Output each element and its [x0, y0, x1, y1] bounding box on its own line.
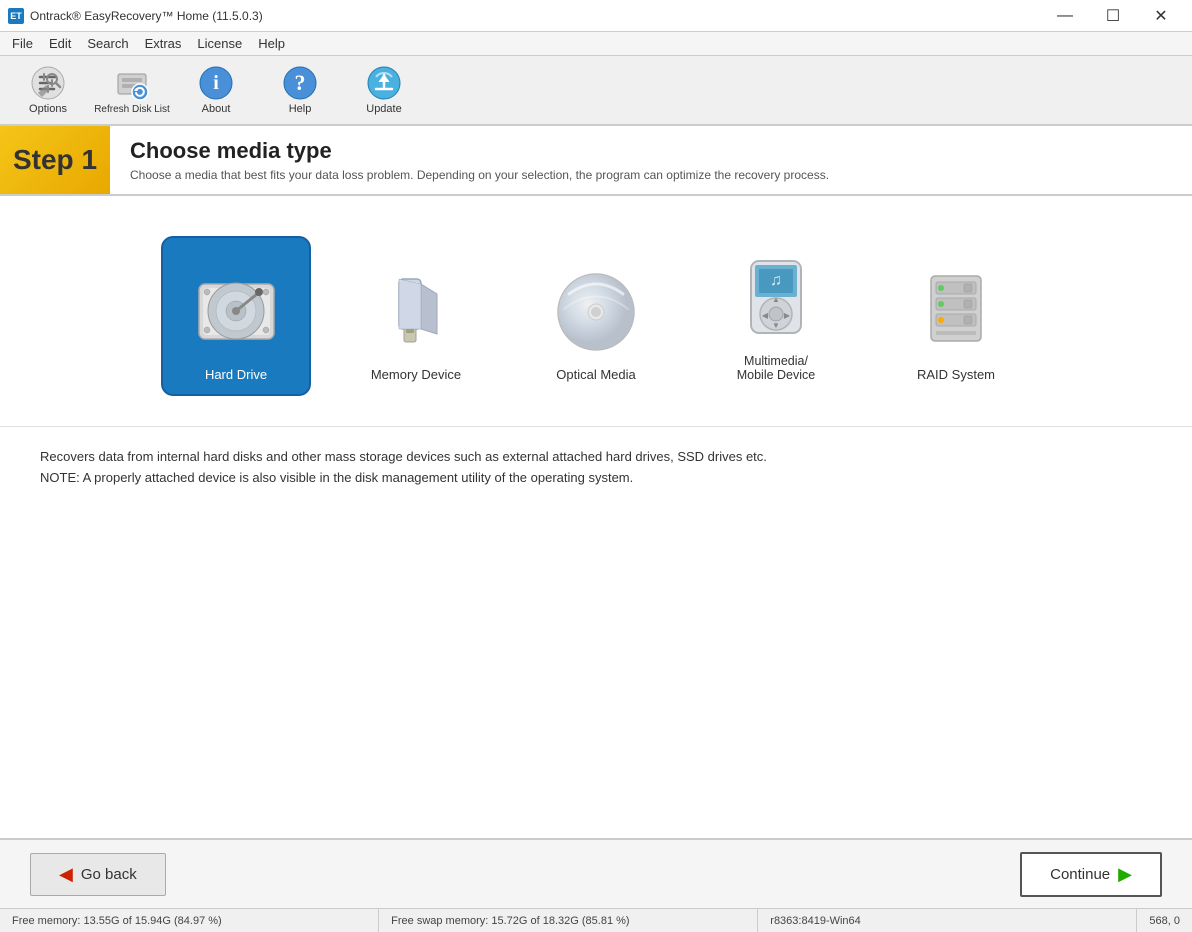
- svg-text:i: i: [213, 72, 219, 94]
- about-label: About: [202, 103, 231, 115]
- hard-drive-icon: [186, 259, 286, 359]
- bottom-bar: ◀ Go back Continue ▶: [0, 838, 1192, 908]
- free-memory-text: Free memory: 13.55G of 15.94G (84.97 %): [12, 915, 222, 927]
- raid-system-icon: [906, 259, 1006, 359]
- optical-media-label: Optical Media: [556, 367, 635, 382]
- media-item-raid-system[interactable]: RAID System: [881, 236, 1031, 396]
- continue-arrow-icon: ▶: [1118, 864, 1132, 885]
- free-swap-status: Free swap memory: 15.72G of 18.32G (85.8…: [379, 909, 758, 932]
- free-swap-text: Free swap memory: 15.72G of 18.32G (85.8…: [391, 915, 629, 927]
- back-arrow-icon: ◀: [59, 864, 73, 885]
- raid-system-label: RAID System: [917, 367, 995, 382]
- optical-media-icon: [546, 259, 646, 359]
- description-line2: NOTE: A properly attached device is also…: [40, 468, 1152, 489]
- minimize-button[interactable]: —: [1042, 0, 1088, 32]
- build-text: r8363:8419-Win64: [770, 915, 861, 927]
- options-label: Options: [29, 103, 67, 115]
- media-item-memory-device[interactable]: Memory Device: [341, 236, 491, 396]
- svg-text:▼: ▼: [772, 321, 780, 330]
- menu-license[interactable]: License: [189, 34, 250, 53]
- menu-edit[interactable]: Edit: [41, 34, 79, 53]
- svg-text:♫: ♫: [770, 272, 782, 289]
- media-item-optical-media[interactable]: Optical Media: [521, 236, 671, 396]
- title-bar-left: ET Ontrack® EasyRecovery™ Home (11.5.0.3…: [8, 8, 263, 24]
- memory-device-icon: [366, 259, 466, 359]
- options-button[interactable]: Options: [8, 59, 88, 121]
- help-icon: ?: [282, 65, 318, 101]
- app-icon: ET: [8, 8, 24, 24]
- step-header: Step 1 Choose media type Choose a media …: [0, 126, 1192, 196]
- build-status: r8363:8419-Win64: [758, 909, 1137, 932]
- media-item-multimedia-mobile[interactable]: ♫ ▲ ▼ ◀ ▶ Multimedia/ Mobile Device: [701, 236, 851, 396]
- svg-text:?: ?: [295, 70, 306, 95]
- memory-device-label: Memory Device: [371, 367, 461, 382]
- menu-file[interactable]: File: [4, 34, 41, 53]
- update-label: Update: [366, 103, 401, 115]
- coords-text: 568, 0: [1149, 915, 1180, 927]
- svg-text:▶: ▶: [783, 311, 790, 320]
- close-button[interactable]: ✕: [1138, 0, 1184, 32]
- description-area: Recovers data from internal hard disks a…: [0, 426, 1192, 509]
- hard-drive-label: Hard Drive: [205, 367, 267, 382]
- step-description: Choose a media that best fits your data …: [130, 168, 829, 182]
- multimedia-mobile-label: Multimedia/ Mobile Device: [737, 354, 816, 382]
- update-button[interactable]: Update: [344, 59, 424, 121]
- media-selector: Hard Drive Mem: [0, 196, 1192, 426]
- about-button[interactable]: i About: [176, 59, 256, 121]
- help-button[interactable]: ? Help: [260, 59, 340, 121]
- maximize-button[interactable]: ☐: [1090, 0, 1136, 32]
- menu-search[interactable]: Search: [79, 34, 136, 53]
- media-item-hard-drive[interactable]: Hard Drive: [161, 236, 311, 396]
- svg-text:◀: ◀: [761, 311, 768, 320]
- help-label: Help: [289, 103, 312, 115]
- step-number: Step 1: [0, 126, 110, 194]
- menu-bar: File Edit Search Extras License Help: [0, 32, 1192, 56]
- description-line1: Recovers data from internal hard disks a…: [40, 447, 1152, 468]
- window-title: Ontrack® EasyRecovery™ Home (11.5.0.3): [30, 9, 263, 23]
- free-memory-status: Free memory: 13.55G of 15.94G (84.97 %): [0, 909, 379, 932]
- svg-text:▲: ▲: [772, 295, 780, 304]
- menu-extras[interactable]: Extras: [137, 34, 190, 53]
- status-bar: Free memory: 13.55G of 15.94G (84.97 %) …: [0, 908, 1192, 932]
- about-icon: i: [198, 65, 234, 101]
- title-bar: ET Ontrack® EasyRecovery™ Home (11.5.0.3…: [0, 0, 1192, 32]
- continue-label: Continue: [1050, 866, 1110, 883]
- refresh-disk-icon: [114, 66, 150, 102]
- go-back-label: Go back: [81, 866, 137, 883]
- step-title: Choose media type: [130, 138, 829, 164]
- options-icon: [30, 65, 66, 101]
- title-bar-controls[interactable]: — ☐ ✕: [1042, 0, 1184, 32]
- go-back-button[interactable]: ◀ Go back: [30, 853, 166, 896]
- continue-button[interactable]: Continue ▶: [1020, 852, 1162, 897]
- refresh-disk-list-button[interactable]: Refresh Disk List: [92, 59, 172, 121]
- update-icon: [366, 65, 402, 101]
- step-content: Choose media type Choose a media that be…: [110, 126, 849, 194]
- refresh-label: Refresh Disk List: [94, 104, 170, 115]
- multimedia-mobile-icon: ♫ ▲ ▼ ◀ ▶: [726, 250, 826, 346]
- menu-help[interactable]: Help: [250, 34, 293, 53]
- main-content: Hard Drive Mem: [0, 196, 1192, 838]
- coords-status: 568, 0: [1137, 909, 1192, 932]
- toolbar: Options Refresh Disk List i About: [0, 56, 1192, 126]
